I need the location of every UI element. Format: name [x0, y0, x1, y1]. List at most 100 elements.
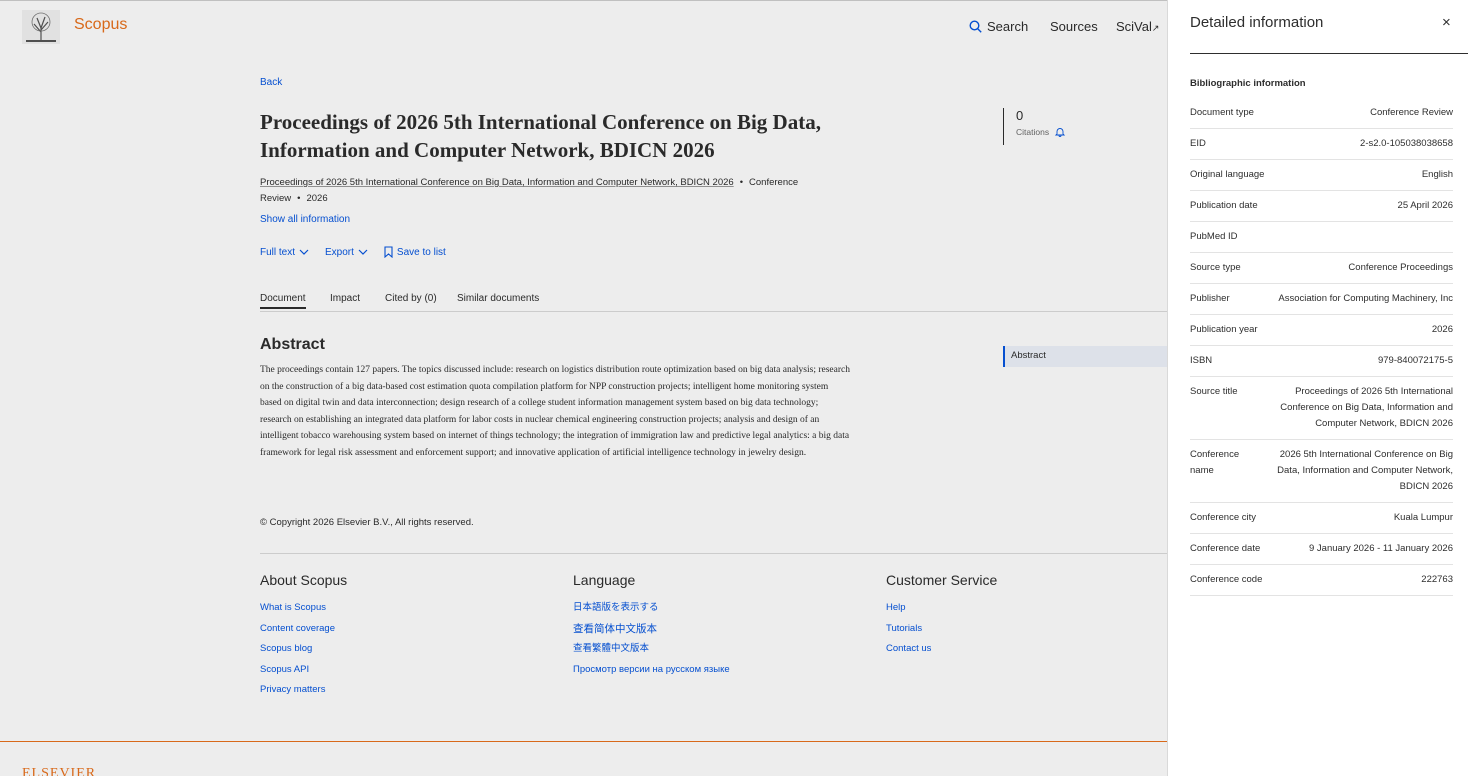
footer-link-help[interactable]: Help	[886, 598, 997, 619]
footer-about: About Scopus What is Scopus Content cove…	[260, 572, 347, 701]
detailed-information-panel: Detailed information × Bibliographic inf…	[1167, 0, 1468, 776]
scopus-brand[interactable]: Scopus	[74, 16, 127, 34]
citations-box: 0 Citations	[1003, 108, 1066, 145]
info-row-publication-date: Publication date 25 April 2026	[1190, 191, 1453, 222]
nav-search[interactable]: Search	[969, 19, 1028, 34]
info-row-eid: EID 2-s2.0-105038038658	[1190, 129, 1453, 160]
document-actions: Full text Export Save to list	[260, 246, 446, 258]
toc-abstract-link[interactable]: Abstract	[1003, 346, 1167, 367]
info-key: Publisher	[1190, 293, 1230, 304]
full-text-button[interactable]: Full text	[260, 247, 309, 258]
show-all-information-link[interactable]: Show all information	[260, 214, 350, 225]
meta-separator: •	[297, 193, 301, 204]
info-value: 2026	[1431, 324, 1453, 335]
info-key: Conference code	[1190, 574, 1263, 585]
info-key: Conference date	[1190, 543, 1261, 554]
info-key: Conference city	[1190, 512, 1257, 523]
footer-about-heading: About Scopus	[260, 572, 348, 588]
info-key: Publication date	[1190, 200, 1258, 211]
nav-sources[interactable]: Sources	[1050, 19, 1098, 34]
info-value: Conference Review	[1370, 107, 1453, 118]
document-tabs: Document Impact Cited by (0) Similar doc…	[260, 293, 1167, 312]
footer-link-japanese[interactable]: 日本語版を表示する	[573, 598, 730, 619]
footer-link-what-is-scopus[interactable]: What is Scopus	[260, 598, 347, 619]
info-row-pubmed-id: PubMed ID	[1190, 222, 1453, 253]
info-row-source-type: Source type Conference Proceedings	[1190, 253, 1453, 284]
info-value: Proceedings of 2026 5th International Co…	[1280, 386, 1453, 429]
back-link[interactable]: Back	[260, 77, 282, 88]
bookmark-icon	[384, 246, 393, 258]
info-key: PubMed ID	[1190, 231, 1238, 242]
meta-separator: •	[739, 177, 744, 188]
footer-link-scopus-api[interactable]: Scopus API	[260, 660, 347, 681]
footer-orange-line	[0, 741, 1167, 742]
info-key: ISBN	[1190, 355, 1213, 366]
info-row-publication-year: Publication year 2026	[1190, 315, 1453, 346]
footer-link-privacy-matters[interactable]: Privacy matters	[260, 680, 347, 701]
tab-cited-by[interactable]: Cited by (0)	[385, 293, 437, 304]
document-title: Proceedings of 2026 5th International Co…	[260, 110, 821, 162]
citations-label: Citations	[1016, 127, 1050, 137]
info-key: Source type	[1190, 262, 1241, 273]
full-text-label: Full text	[260, 246, 296, 258]
abstract-heading: Abstract	[260, 336, 325, 353]
footer-link-russian[interactable]: Просмотр версии на русском языке	[573, 660, 730, 681]
footer-service-heading: Customer Service	[886, 572, 998, 588]
tab-similar-documents[interactable]: Similar documents	[457, 293, 539, 304]
tab-impact[interactable]: Impact	[330, 293, 360, 304]
nav-scival-label: SciVal	[1116, 19, 1152, 34]
info-value: Kuala Lumpur	[1393, 512, 1453, 523]
footer-customer-service: Customer Service Help Tutorials Contact …	[886, 572, 997, 660]
search-icon	[969, 20, 982, 33]
abstract-text: The proceedings contain 127 papers. The …	[260, 365, 850, 458]
save-to-list-label: Save to list	[396, 246, 446, 258]
panel-title: Detailed information	[1190, 14, 1324, 31]
info-row-publisher: Publisher Association for Computing Machi…	[1190, 284, 1453, 315]
info-key: Publication year	[1190, 324, 1258, 335]
save-to-list-button[interactable]: Save to list	[384, 246, 446, 258]
info-value: 2026 5th International Conference on Big…	[1277, 449, 1453, 492]
tab-document[interactable]: Document	[260, 293, 306, 309]
info-value: 222763	[1421, 574, 1453, 585]
info-row-conference-name: Conference name 2026 5th International Co…	[1190, 440, 1453, 503]
footer-link-traditional-chinese[interactable]: 查看繁體中文版本	[573, 639, 730, 660]
bibliographic-rows: Document type Conference Review EID 2-s2.0…	[1190, 98, 1453, 596]
nav-scival[interactable]: SciVal↗	[1116, 19, 1159, 34]
elsevier-logo[interactable]: ELSEVIER	[22, 766, 96, 776]
footer-language: Language 日本語版を表示する 查看简体中文版本 查看繁體中文版本 Про…	[573, 572, 730, 680]
export-button[interactable]: Export	[325, 247, 368, 258]
footer-link-contact-us[interactable]: Contact us	[886, 639, 997, 660]
bell-icon[interactable]	[1055, 127, 1066, 137]
info-key: Source title	[1190, 386, 1238, 397]
panel-divider	[1190, 53, 1468, 54]
external-link-icon: ↗	[1151, 23, 1160, 33]
info-value: 25 April 2026	[1397, 200, 1453, 211]
panel-subtitle: Bibliographic information	[1190, 78, 1306, 89]
elsevier-tree-logo[interactable]	[22, 10, 60, 44]
chevron-down-icon	[358, 249, 368, 255]
copyright-text: © Copyright 2026 Elsevier B.V., All righ…	[260, 517, 474, 528]
info-value: Conference Proceedings	[1348, 262, 1453, 273]
info-key: EID	[1190, 138, 1206, 149]
info-key: Conference name	[1190, 449, 1240, 476]
info-value: 2-s2.0-105038038658	[1360, 138, 1453, 149]
info-row-source-title: Source title Proceedings of 2026 5th Inte…	[1190, 377, 1453, 440]
close-icon[interactable]: ×	[1442, 14, 1451, 31]
footer-divider	[260, 553, 1167, 554]
footer-link-tutorials[interactable]: Tutorials	[886, 619, 997, 640]
chevron-down-icon	[299, 249, 309, 255]
meta-year: 2026	[306, 193, 328, 204]
meta-source-link[interactable]: Proceedings of 2026 5th International Co…	[260, 177, 734, 188]
info-row-document-type: Document type Conference Review	[1190, 98, 1453, 129]
footer-link-content-coverage[interactable]: Content coverage	[260, 619, 347, 640]
info-key: Original language	[1190, 169, 1265, 180]
footer-link-scopus-blog[interactable]: Scopus blog	[260, 639, 347, 660]
export-label: Export	[325, 246, 354, 258]
info-value: English	[1421, 169, 1453, 180]
citations-count: 0	[1016, 108, 1024, 123]
info-row-conference-code: Conference code 222763	[1190, 565, 1453, 596]
info-value: 979-840072175-5	[1377, 355, 1453, 366]
info-row-conference-city: Conference city Kuala Lumpur	[1190, 503, 1453, 534]
nav-search-label: Search	[987, 19, 1029, 34]
footer-link-simplified-chinese[interactable]: 查看简体中文版本	[573, 619, 730, 640]
